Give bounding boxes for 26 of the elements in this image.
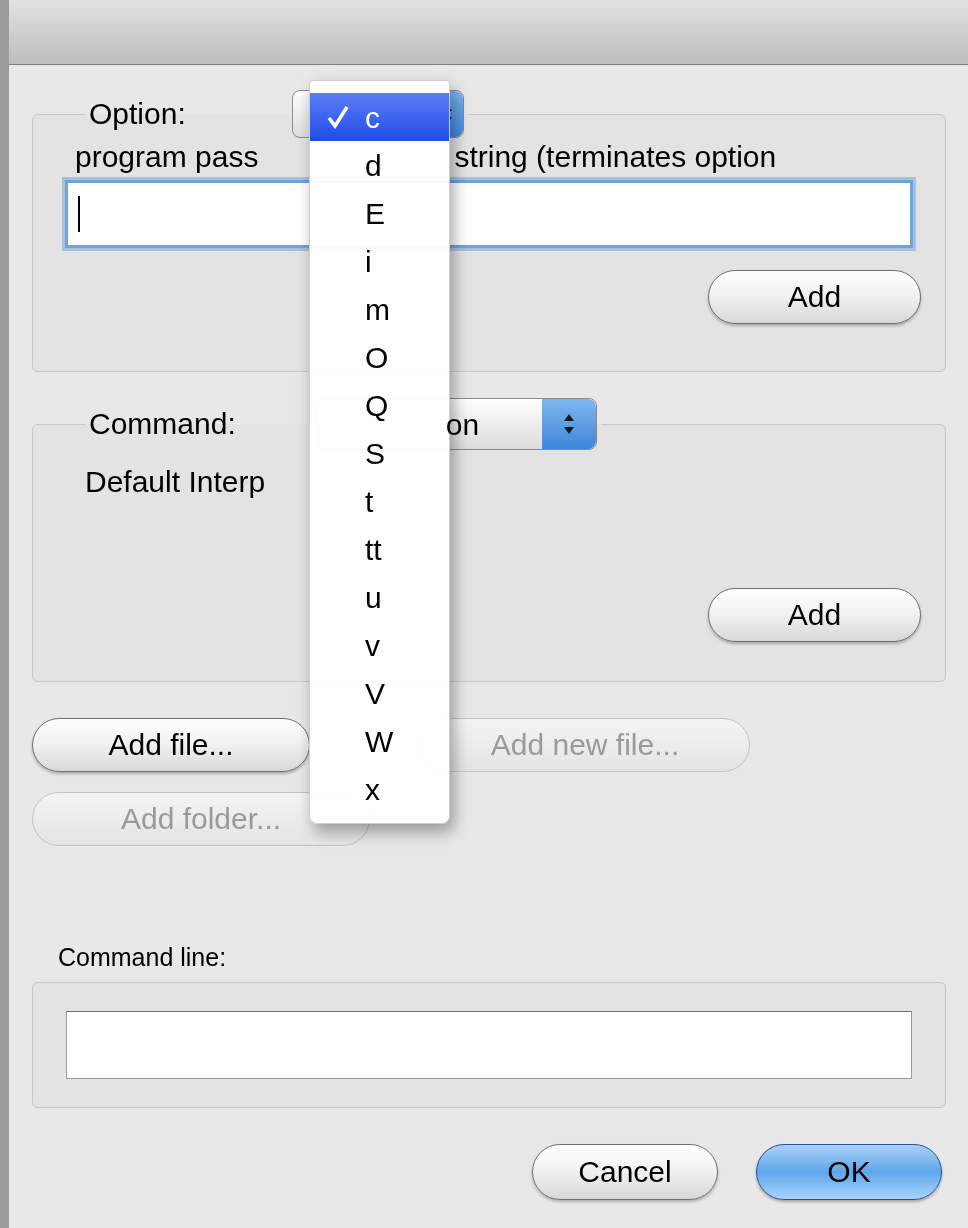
- menu-item[interactable]: i: [310, 237, 449, 285]
- menu-item[interactable]: V: [310, 669, 449, 717]
- add-button[interactable]: Add: [708, 588, 921, 642]
- add-file-button[interactable]: Add file...: [32, 718, 310, 772]
- ok-button[interactable]: OK: [756, 1144, 942, 1200]
- menu-item[interactable]: m: [310, 285, 449, 333]
- menu-item[interactable]: O: [310, 333, 449, 381]
- add-button[interactable]: Add: [708, 270, 921, 324]
- text-cursor-icon: [78, 196, 80, 232]
- menu-item[interactable]: d: [310, 141, 449, 189]
- command-line-field[interactable]: [66, 1011, 912, 1079]
- menu-item[interactable]: tt: [310, 525, 449, 573]
- description-text: program pass: [75, 140, 259, 174]
- description-text: string (terminates option: [454, 140, 777, 174]
- menu-item[interactable]: t: [310, 477, 449, 525]
- interpreter-text: Default Interp: [85, 464, 266, 500]
- command-label: Command:: [89, 406, 236, 442]
- checkmark-icon: [326, 105, 349, 129]
- menu-item[interactable]: E: [310, 189, 449, 237]
- menu-item[interactable]: v: [310, 621, 449, 669]
- command-line-label: Command line:: [58, 942, 227, 972]
- menu-item[interactable]: c: [310, 93, 449, 141]
- option-label: Option:: [89, 96, 186, 132]
- cancel-button[interactable]: Cancel: [532, 1144, 718, 1200]
- stepper-arrows-icon: [562, 413, 575, 435]
- menu-item[interactable]: u: [310, 573, 449, 621]
